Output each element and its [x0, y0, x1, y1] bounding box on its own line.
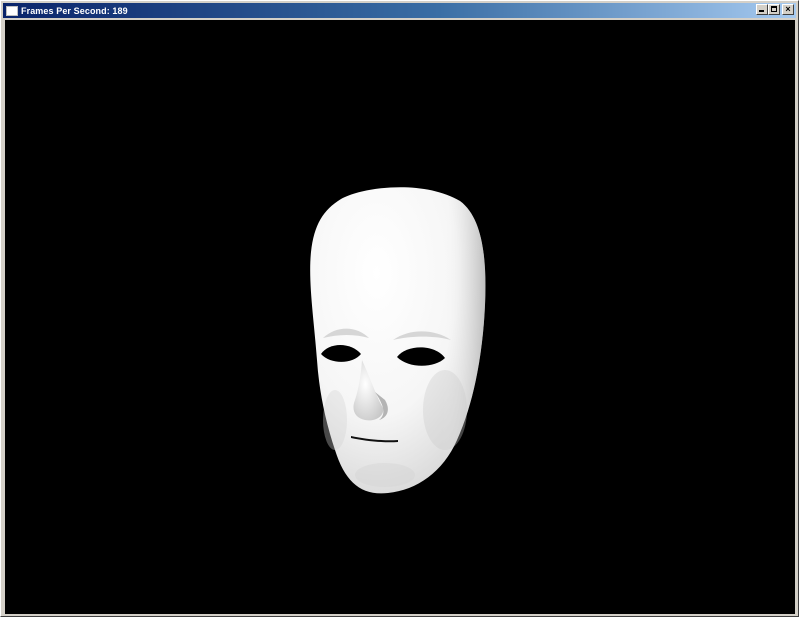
minimize-button[interactable]	[756, 4, 768, 15]
window-controls: ×	[756, 4, 794, 15]
app-window-icon[interactable]	[6, 5, 18, 16]
minimize-icon	[759, 10, 764, 12]
render-viewport[interactable]	[5, 20, 795, 614]
face-model	[310, 187, 486, 494]
title-bar[interactable]: Frames Per Second: 189 ×	[3, 3, 796, 18]
window-title: Frames Per Second: 189	[21, 5, 128, 16]
maximize-icon	[771, 6, 777, 12]
close-button[interactable]: ×	[782, 4, 794, 15]
app-window: Frames Per Second: 189 ×	[0, 0, 799, 617]
maximize-button[interactable]	[768, 4, 780, 15]
close-icon: ×	[785, 4, 791, 14]
